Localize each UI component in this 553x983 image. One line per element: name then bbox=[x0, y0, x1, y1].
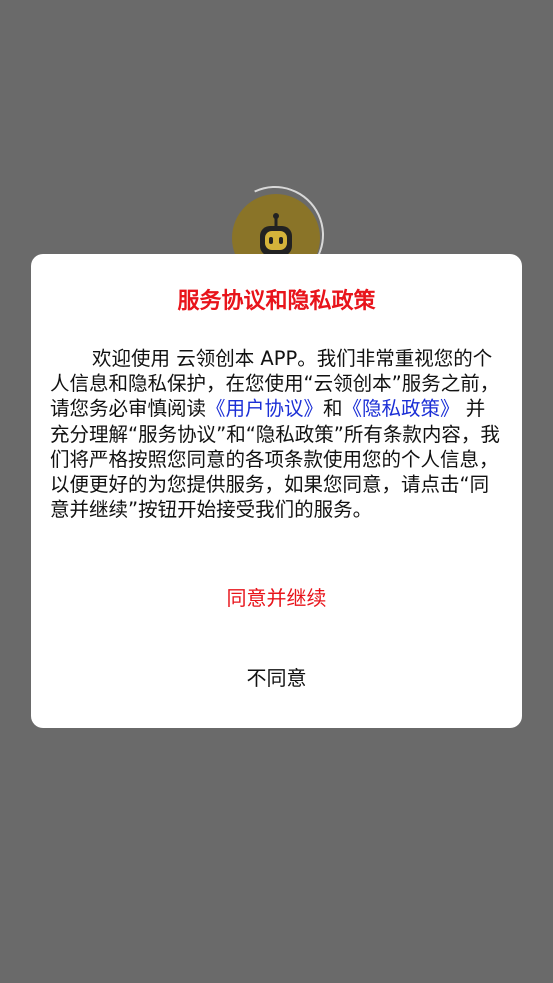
dialog-title: 服务协议和隐私政策 bbox=[177, 289, 376, 314]
robot-icon bbox=[260, 213, 292, 256]
user-agreement-link[interactable]: 《用户协议》 bbox=[206, 397, 323, 420]
dialog-body: 欢迎使用 云领创本 APP。我们非常重视您的个人信息和隐私保护，在您使用“云领创… bbox=[50, 346, 502, 522]
body-text-and: 和 bbox=[323, 397, 343, 421]
privacy-policy-link[interactable]: 《隐私政策》 bbox=[343, 397, 460, 420]
disagree-button[interactable]: 不同意 bbox=[31, 658, 522, 698]
agree-continue-button[interactable]: 同意并继续 bbox=[31, 578, 522, 618]
